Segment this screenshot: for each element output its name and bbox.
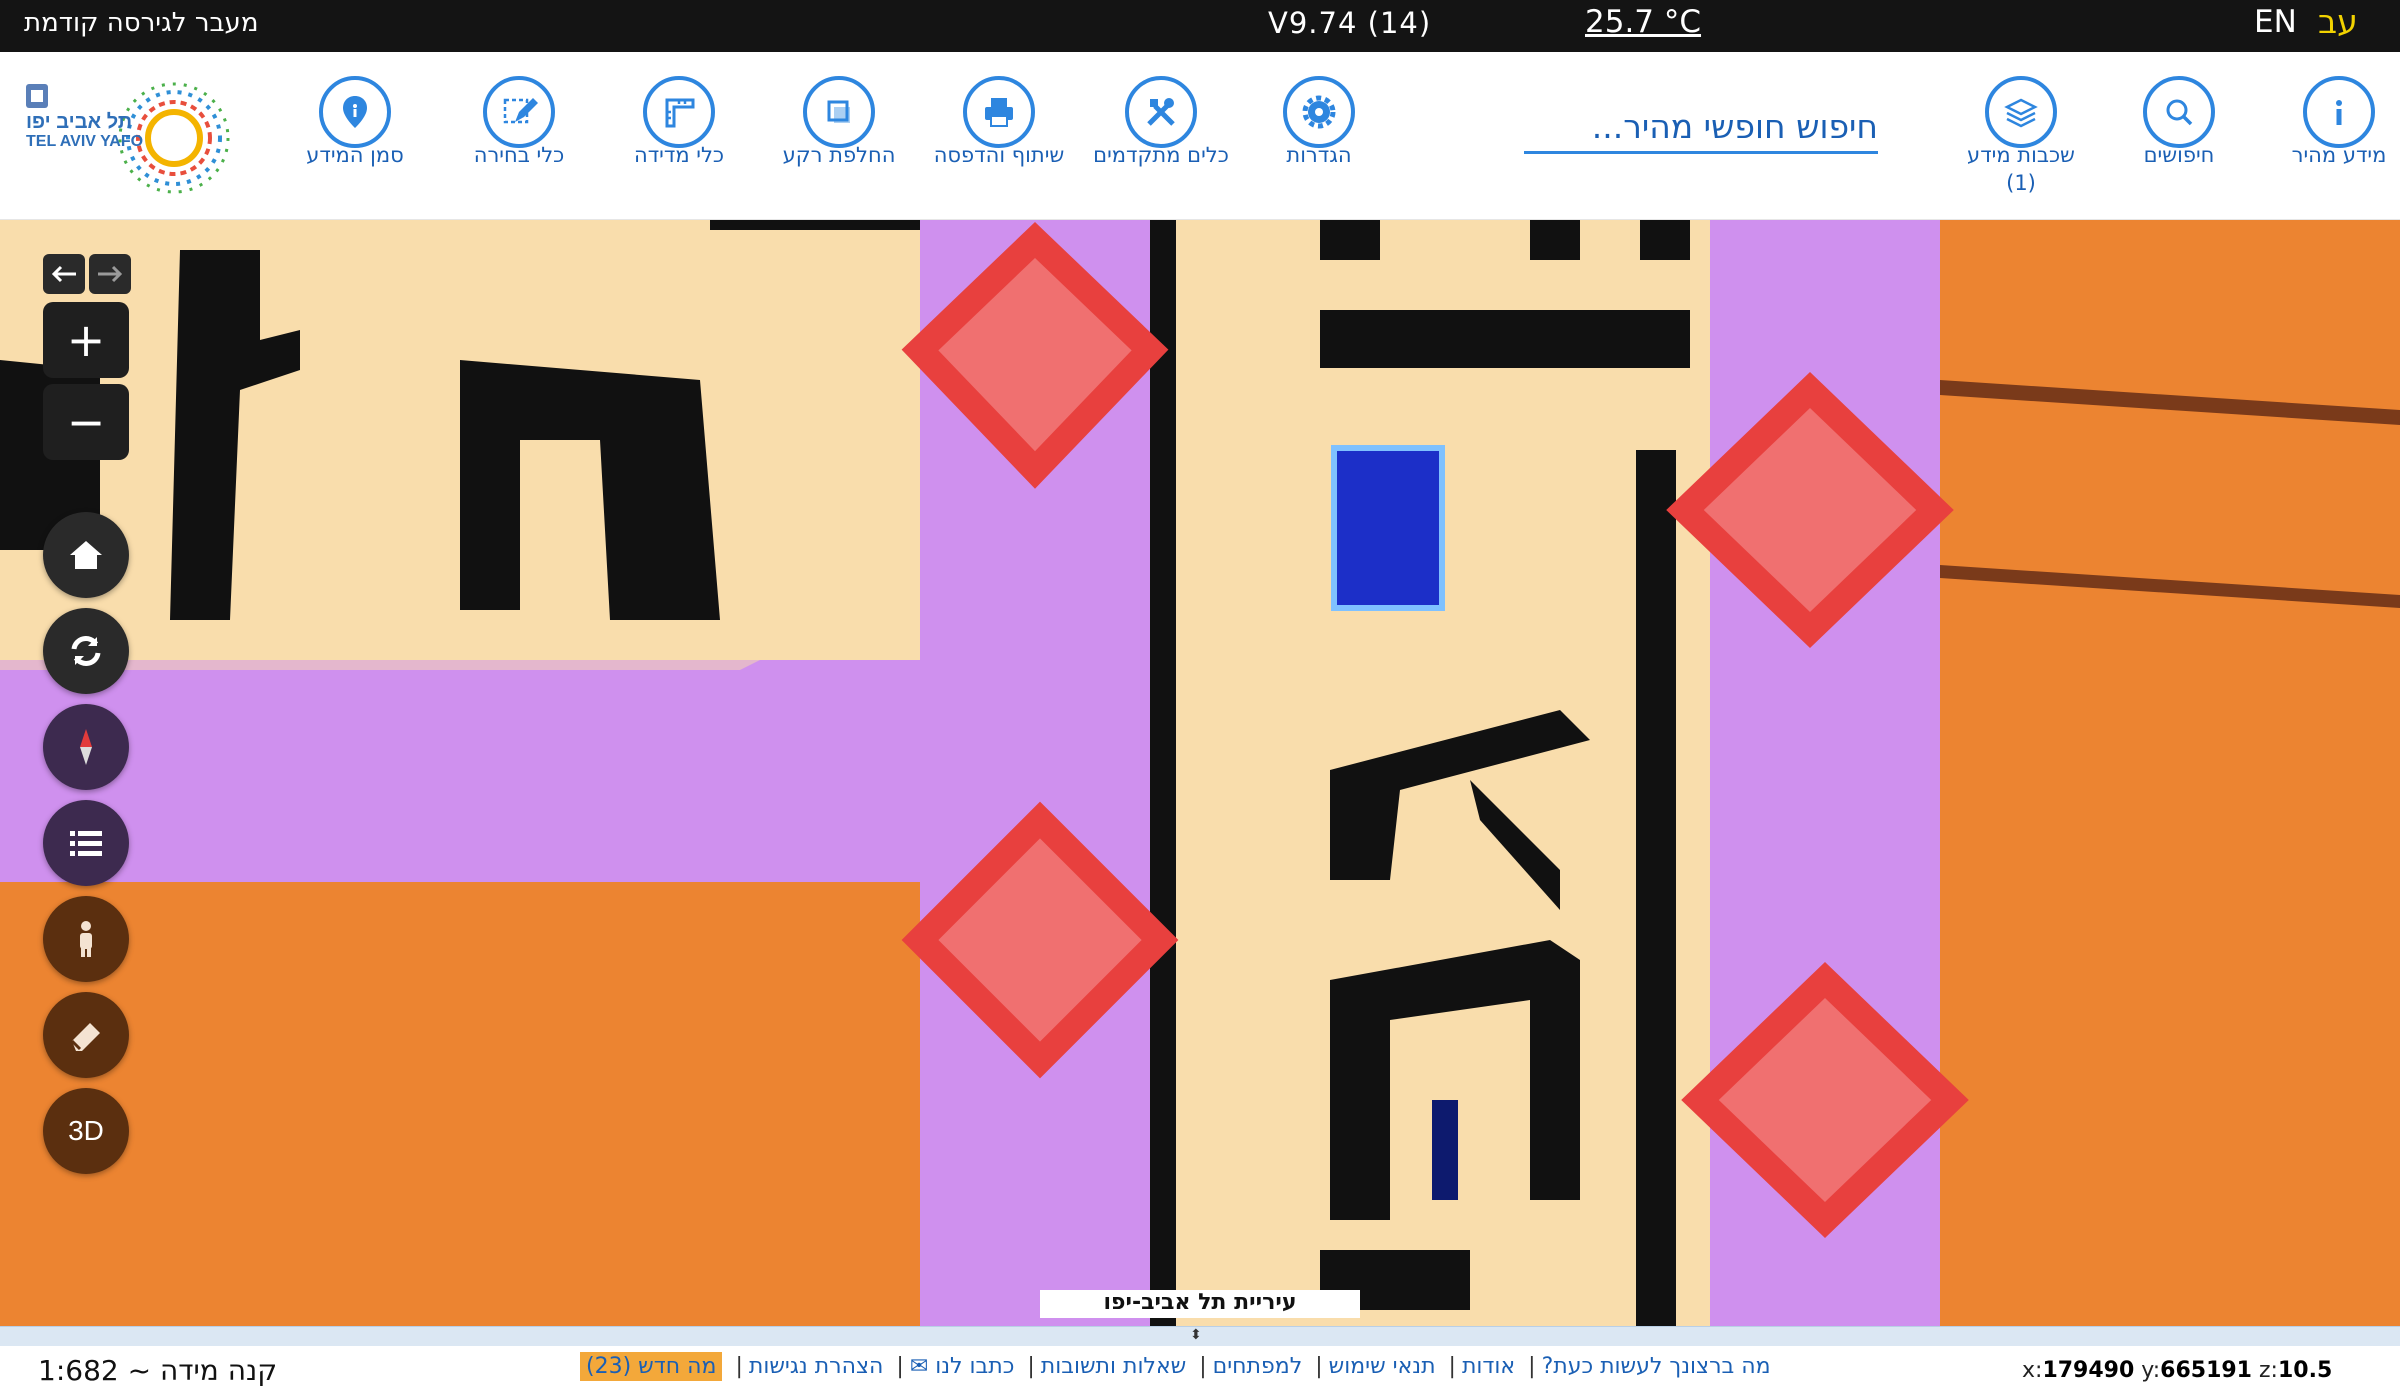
tool-share-print-button[interactable]: שיתוף והדפסה bbox=[914, 76, 1084, 168]
map-tiles bbox=[0, 220, 2400, 1326]
coord-x: 179490 bbox=[2042, 1358, 2135, 1383]
map-canvas[interactable]: + − 3D עיריית תל אביב-יפו bbox=[0, 220, 2400, 1326]
tool-label: כלי מדידה bbox=[633, 143, 725, 167]
version-label: V9.74 (14) bbox=[1268, 6, 1432, 40]
map-forward-button[interactable] bbox=[89, 254, 131, 294]
quick-search-input[interactable] bbox=[1524, 102, 1878, 151]
home-icon bbox=[70, 541, 102, 569]
tool-info-marker-button[interactable]: סמן המידע bbox=[270, 76, 440, 168]
ruler-icon bbox=[665, 98, 695, 128]
tool-info-layers-button[interactable]: שכבות מידע (1) bbox=[1936, 76, 2106, 196]
tool-selection-button[interactable]: כלי בחירה bbox=[434, 76, 604, 168]
top-bar: מעבר לגירסה קודמת V9.74 (14) 25.7 °C EN … bbox=[0, 0, 2400, 52]
list-icon bbox=[70, 831, 102, 856]
footer-link-what-to-do[interactable]: מה ברצונך לעשות כעת? bbox=[1542, 1354, 1771, 1379]
tool-label: שיתוף והדפסה bbox=[933, 143, 1065, 167]
pencil-select-icon bbox=[503, 98, 538, 124]
tool-settings-button[interactable]: הגדרות bbox=[1234, 76, 1404, 168]
tool-label: סמן המידע bbox=[306, 143, 404, 167]
street-view-icon bbox=[80, 921, 92, 957]
tools-icon bbox=[1147, 98, 1175, 126]
tel-aviv-logo[interactable]: תל אביב יפו TEL AVIV YAFO bbox=[22, 76, 248, 202]
arrow-right-icon bbox=[98, 265, 123, 283]
coordinates-readout: x:179490 y:665191 z:10.5 bbox=[2022, 1358, 2333, 1383]
tool-label: הגדרות bbox=[1286, 143, 1352, 167]
tool-searches-button[interactable]: חיפושים bbox=[2094, 76, 2264, 168]
footer-link-accessibility[interactable]: הצהרת נגישות bbox=[749, 1354, 884, 1379]
map-history-arrows bbox=[43, 254, 131, 294]
map-back-button[interactable] bbox=[43, 254, 85, 294]
home-button[interactable] bbox=[43, 512, 129, 598]
tool-advanced-button[interactable]: כלים מתקדמים bbox=[1076, 76, 1246, 168]
resize-grip-icon: ⬍ bbox=[1190, 1327, 1202, 1343]
layers-switch-icon bbox=[827, 100, 850, 123]
tool-label: כלי בחירה bbox=[473, 143, 565, 167]
language-en-link[interactable]: EN bbox=[2254, 4, 2297, 40]
zoom-out-button[interactable]: − bbox=[43, 384, 129, 460]
main-toolbar: תל אביב יפו TEL AVIV YAFO סמן המידע כלי … bbox=[0, 52, 2400, 220]
info-icon bbox=[2336, 100, 2342, 125]
zoom-in-button[interactable]: + bbox=[43, 302, 129, 378]
refresh-button[interactable] bbox=[43, 608, 129, 694]
arrow-left-icon bbox=[51, 265, 76, 283]
tool-label: חיפושים bbox=[2143, 143, 2215, 167]
logo-text: תל אביב יפו TEL AVIV YAFO bbox=[26, 111, 144, 150]
panel-resize-handle[interactable]: ⬍ bbox=[0, 1326, 2400, 1346]
eraser-button[interactable] bbox=[43, 992, 129, 1078]
footer-link-contact[interactable]: כתבו לנו ✉ bbox=[910, 1354, 1015, 1379]
tool-label: החלפת רקע bbox=[782, 143, 896, 167]
refresh-icon bbox=[71, 636, 101, 666]
temperature-label[interactable]: 25.7 °C bbox=[1585, 4, 1701, 40]
footer-bar: קנה מידה ~ 1:682 מה ברצונך לעשות כעת?| א… bbox=[0, 1346, 2400, 1392]
footer-link-about[interactable]: אודות bbox=[1462, 1354, 1515, 1379]
eraser-icon bbox=[70, 1023, 100, 1051]
tool-quick-info-button[interactable]: מידע מהיר bbox=[2254, 76, 2400, 168]
logo-emblem bbox=[26, 84, 48, 108]
tool-label: כלים מתקדמים bbox=[1093, 143, 1229, 167]
quick-search bbox=[1524, 102, 1878, 154]
footer-link-developers[interactable]: למפתחים bbox=[1213, 1354, 1303, 1379]
3d-toggle-button[interactable]: 3D bbox=[43, 1088, 129, 1174]
language-he-link[interactable]: עב bbox=[2318, 2, 2358, 41]
compass-icon bbox=[80, 729, 92, 765]
tool-label: שכבות מידע bbox=[1967, 143, 2075, 167]
layers-icon bbox=[2004, 98, 2038, 128]
printer-icon bbox=[985, 98, 1013, 127]
previous-version-link[interactable]: מעבר לגירסה קודמת bbox=[24, 8, 258, 38]
street-view-button[interactable] bbox=[43, 896, 129, 982]
whats-new-badge[interactable]: מה חדש (23) bbox=[580, 1352, 723, 1381]
layers-count: (1) bbox=[2006, 171, 2036, 195]
footer-links: מה ברצונך לעשות כעת?| אודות| תנאי שימוש|… bbox=[580, 1352, 1771, 1381]
gear-icon bbox=[1302, 95, 1336, 129]
tool-background-switch-button[interactable]: החלפת רקע bbox=[754, 76, 924, 168]
search-icon bbox=[2166, 99, 2193, 126]
map-attribution: עיריית תל אביב-יפו bbox=[1040, 1290, 1360, 1318]
footer-link-terms[interactable]: תנאי שימוש bbox=[1329, 1354, 1436, 1379]
coord-z: 10.5 bbox=[2277, 1358, 2333, 1383]
compass-button[interactable] bbox=[43, 704, 129, 790]
legend-list-button[interactable] bbox=[43, 800, 129, 886]
footer-link-faq[interactable]: שאלות ותשובות bbox=[1041, 1354, 1186, 1379]
scale-label: קנה מידה ~ 1:682 bbox=[38, 1354, 278, 1387]
tool-label: מידע מהיר bbox=[2291, 143, 2387, 167]
info-pin-icon bbox=[343, 96, 367, 128]
tool-measure-button[interactable]: כלי מדידה bbox=[594, 76, 764, 168]
coord-y: 665191 bbox=[2160, 1358, 2252, 1383]
